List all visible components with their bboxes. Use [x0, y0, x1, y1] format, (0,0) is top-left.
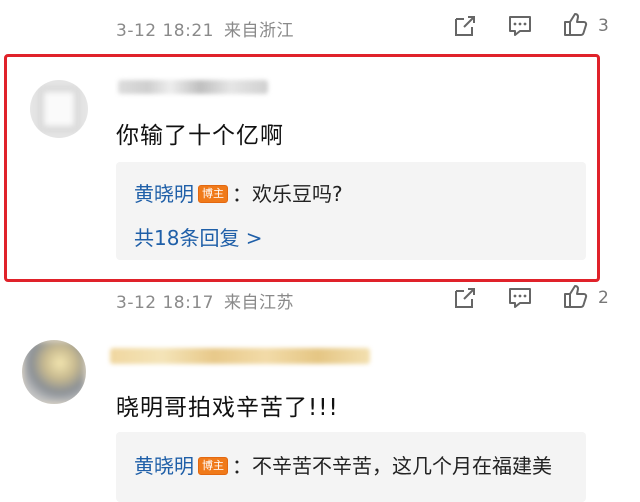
comment-meta-row: 3-12 18:17 来自江苏 2	[0, 280, 640, 316]
comment-text: 晓明哥拍戏辛苦了!!!	[116, 395, 339, 421]
more-replies-link[interactable]: 共18条回复 >	[134, 222, 263, 251]
comment-location: 来自浙江	[223, 21, 294, 41]
comment-text: 你输了十个亿啊	[116, 123, 284, 149]
reply-preview[interactable]: 黄晓明 博主 ：欢乐豆吗? 共18条回复 >	[116, 162, 586, 260]
share-icon[interactable]	[452, 285, 478, 311]
reply-line: 黄晓明 博主 ：不辛苦不辛苦，这几个月在福建美	[134, 450, 552, 479]
avatar[interactable]	[22, 340, 86, 404]
username-blurred[interactable]	[110, 348, 370, 364]
comment-date: 3-12 18:17	[116, 293, 214, 313]
comment-date: 3-12 18:21	[116, 21, 214, 41]
reply-line: 黄晓明 博主 ：欢乐豆吗?	[134, 178, 343, 207]
reply-author[interactable]: 黄晓明	[134, 182, 194, 206]
reply-preview[interactable]: 黄晓明 博主 ：不辛苦不辛苦，这几个月在福建美	[116, 432, 586, 502]
blogger-badge: 博主	[198, 184, 228, 203]
comment-meta: 3-12 18:21 来自浙江	[116, 16, 294, 41]
like-icon[interactable]	[562, 11, 588, 37]
reply-body: ：不辛苦不辛苦，这几个月在福建美	[232, 454, 552, 478]
comment-icon[interactable]	[507, 285, 533, 311]
like-icon[interactable]	[562, 283, 588, 309]
comment-icon[interactable]	[507, 13, 533, 39]
share-icon[interactable]	[452, 13, 478, 39]
comment-meta-row: 3-12 18:21 来自浙江 3	[0, 8, 640, 44]
avatar[interactable]	[30, 80, 88, 138]
reply-body: ：欢乐豆吗?	[232, 182, 343, 206]
username-blurred[interactable]	[118, 80, 268, 94]
reply-author[interactable]: 黄晓明	[134, 454, 194, 478]
comment-meta: 3-12 18:17 来自江苏	[116, 288, 294, 313]
like-count: 3	[598, 16, 609, 36]
like-count: 2	[598, 288, 609, 308]
comment-location: 来自江苏	[223, 293, 294, 313]
blogger-badge: 博主	[198, 456, 228, 475]
